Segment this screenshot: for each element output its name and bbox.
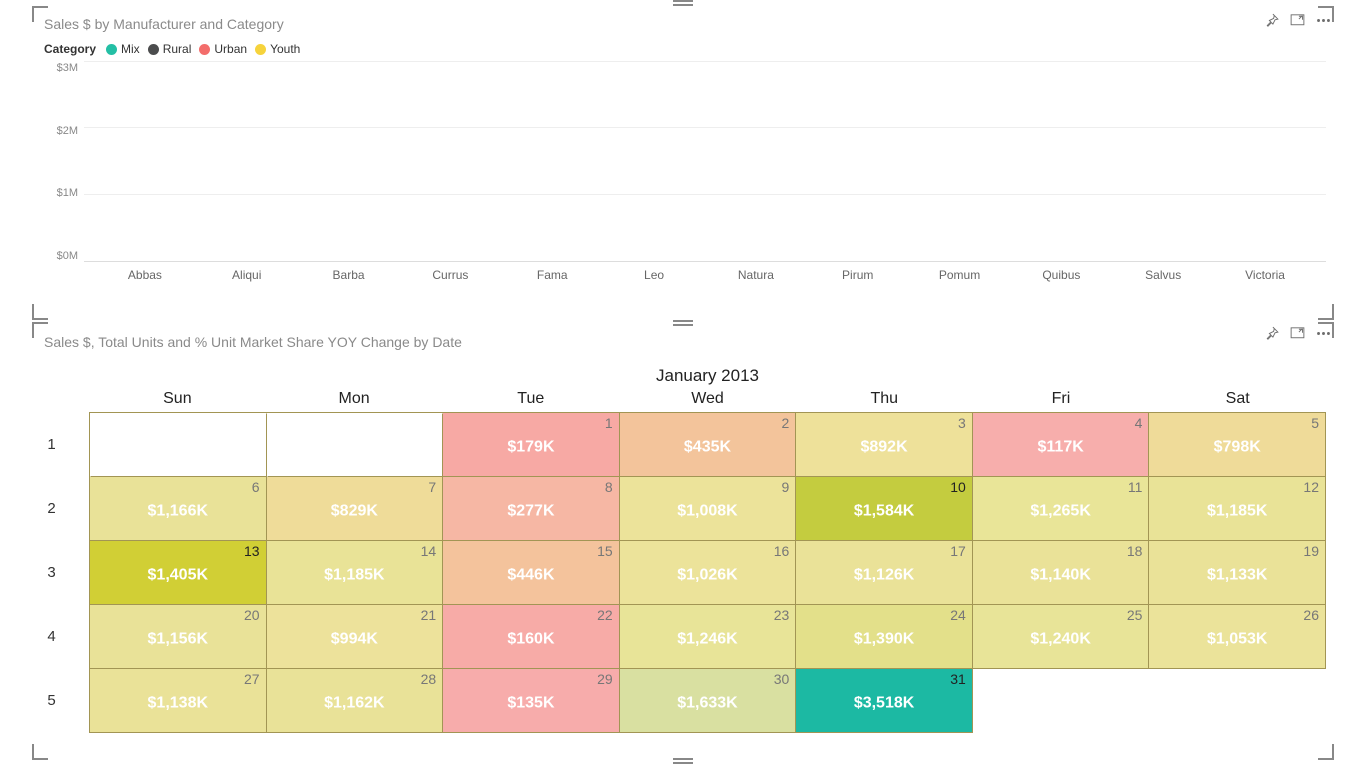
calendar-cell-12[interactable]: 12$1,185K [1149, 477, 1326, 541]
pin-icon[interactable] [1263, 325, 1280, 347]
visual-header-top [1263, 12, 1332, 34]
focus-mode-icon[interactable] [1289, 325, 1306, 347]
calendar-cell-14[interactable]: 14$1,185K [267, 541, 444, 605]
chart-title: Sales $ by Manufacturer and Category [44, 16, 1326, 32]
stacked-bar-chart: Sales $ by Manufacturer and Category Cat… [32, 10, 1334, 320]
calendar-cell-2[interactable]: 2$435K [620, 413, 797, 477]
calendar-cell-18[interactable]: 18$1,140K [973, 541, 1150, 605]
calendar-cell-20[interactable]: 20$1,156K [90, 605, 267, 669]
calendar-cell-9[interactable]: 9$1,008K [620, 477, 797, 541]
chart-legend: Category Mix Rural Urban Youth [44, 42, 1326, 56]
calendar-cell-6[interactable]: 6$1,166K [90, 477, 267, 541]
calendar-cell-blank [267, 413, 444, 477]
calendar-month: January 2013 [89, 366, 1326, 386]
legend-item-mix[interactable]: Mix [106, 42, 140, 56]
calendar-cell-4[interactable]: 4$117K [973, 413, 1150, 477]
selection-corner-br-upper[interactable] [1318, 304, 1334, 320]
calendar-cell-3[interactable]: 3$892K [796, 413, 973, 477]
calendar-cell-31[interactable]: 31$3,518K [796, 669, 973, 733]
calendar-cell-11[interactable]: 11$1,265K [973, 477, 1150, 541]
calendar-cell-16[interactable]: 16$1,026K [620, 541, 797, 605]
calendar-cell-27[interactable]: 27$1,138K [90, 669, 267, 733]
y-axis: $3M $2M $1M $0M [44, 62, 84, 262]
selection-mid-divider[interactable] [673, 320, 693, 326]
calendar-heatmap: Sales $, Total Units and % Unit Market S… [32, 328, 1334, 733]
calendar-cell-30[interactable]: 30$1,633K [620, 669, 797, 733]
visual-header-bottom [1263, 325, 1332, 347]
legend-item-urban[interactable]: Urban [199, 42, 247, 56]
selection-corner-bl-upper[interactable] [32, 304, 48, 320]
pin-icon[interactable] [1263, 12, 1280, 34]
plot-area[interactable] [84, 62, 1326, 262]
calendar-cells: 1$179K2$435K3$892K4$117K5$798K 6$1,166K7$… [89, 412, 1326, 733]
more-options-icon[interactable] [1315, 12, 1332, 34]
calendar-cell-1[interactable]: 1$179K [443, 413, 620, 477]
calendar-cell-15[interactable]: 15$446K [443, 541, 620, 605]
focus-mode-icon[interactable] [1289, 12, 1306, 34]
calendar-cell-13[interactable]: 13$1,405K [90, 541, 267, 605]
calendar-cell-22[interactable]: 22$160K [443, 605, 620, 669]
calendar-cell-21[interactable]: 21$994K [267, 605, 444, 669]
selection-mid-top[interactable] [673, 0, 693, 6]
calendar-cell-blank [90, 413, 267, 477]
selection-corner-bl[interactable] [32, 744, 48, 760]
calendar-cell-8[interactable]: 8$277K [443, 477, 620, 541]
x-axis: AbbasAliquiBarbaCurrusFamaLeoNaturaPirum… [44, 268, 1326, 282]
calendar-cell-5[interactable]: 5$798K [1149, 413, 1326, 477]
selection-corner-br[interactable] [1318, 744, 1334, 760]
legend-item-youth[interactable]: Youth [255, 42, 300, 56]
calendar-cell-28[interactable]: 28$1,162K [267, 669, 444, 733]
calendar-cell-29[interactable]: 29$135K [443, 669, 620, 733]
legend-label: Category [44, 42, 96, 56]
calendar-cell-19[interactable]: 19$1,133K [1149, 541, 1326, 605]
calendar-cell-10[interactable]: 10$1,584K [796, 477, 973, 541]
more-options-icon[interactable] [1315, 325, 1332, 347]
selection-mid-bottom[interactable] [673, 758, 693, 764]
calendar-cell-7[interactable]: 7$829K [267, 477, 444, 541]
selection-corner-tl-lower[interactable] [32, 322, 48, 338]
calendar-cell-25[interactable]: 25$1,240K [973, 605, 1150, 669]
calendar-title: Sales $, Total Units and % Unit Market S… [44, 334, 1326, 350]
calendar-cell-24[interactable]: 24$1,390K [796, 605, 973, 669]
calendar-cell-23[interactable]: 23$1,246K [620, 605, 797, 669]
selection-corner-tl[interactable] [32, 6, 48, 22]
calendar-cell-17[interactable]: 17$1,126K [796, 541, 973, 605]
legend-item-rural[interactable]: Rural [148, 42, 192, 56]
calendar-weekday-header: SunMonTueWedThuFriSat [89, 390, 1326, 412]
calendar-cell-26[interactable]: 26$1,053K [1149, 605, 1326, 669]
